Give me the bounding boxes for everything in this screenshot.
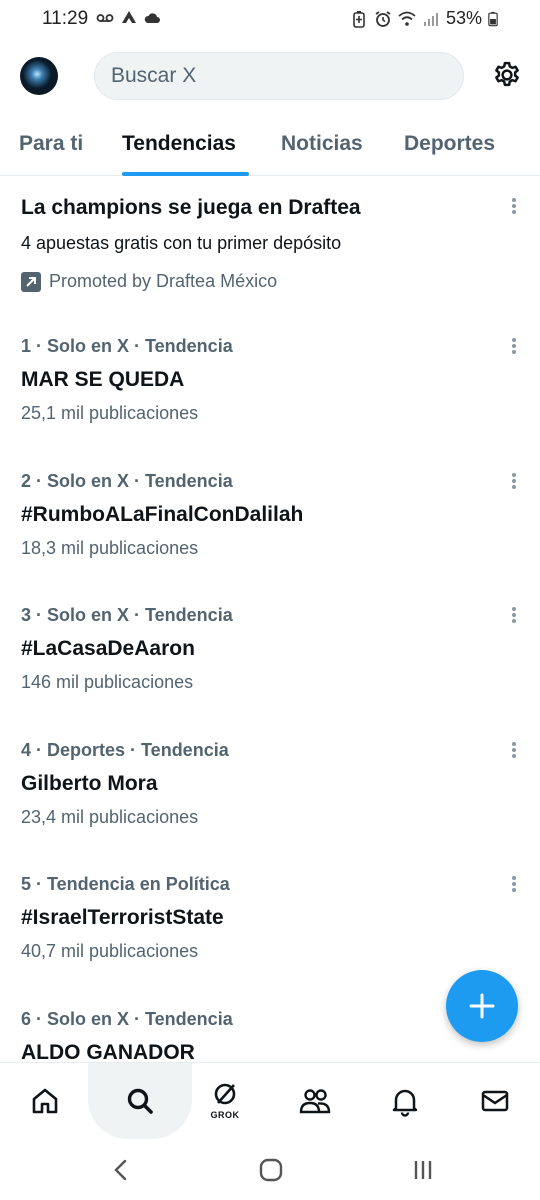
search-input[interactable] — [95, 53, 463, 99]
avatar[interactable] — [20, 57, 58, 95]
trend-meta: 4 · Deportes · Tendencia — [21, 740, 229, 760]
back-icon[interactable] — [106, 1156, 136, 1184]
battery-saver-icon — [353, 10, 365, 28]
status-time: 11:29 — [42, 8, 89, 29]
home-circle-icon[interactable] — [256, 1156, 286, 1184]
promo-title: La champions se juega en Draftea — [21, 196, 361, 219]
more-options-icon[interactable] — [508, 471, 520, 491]
gear-icon[interactable] — [492, 60, 522, 90]
messages-icon — [481, 1090, 509, 1112]
trend-meta: 2 · Solo en X · Tendencia — [21, 471, 233, 491]
trend-meta: 5 · Tendencia en Política — [21, 874, 230, 894]
active-tab-indicator — [122, 172, 249, 176]
plus-icon — [469, 993, 495, 1019]
trend-count: 146 mil publicaciones — [21, 672, 194, 692]
status-bar: 11:29 53% — [0, 0, 540, 40]
search-icon — [127, 1088, 153, 1114]
battery-percentage: 53% — [445, 8, 482, 28]
nav-notifications[interactable] — [360, 1063, 450, 1139]
promoted-icon — [21, 271, 41, 292]
more-options-icon[interactable] — [508, 605, 520, 625]
nav-grok[interactable]: GROK — [180, 1063, 270, 1139]
more-options-icon[interactable] — [508, 740, 520, 760]
tab-deportes[interactable]: Deportes — [404, 132, 495, 156]
trend-title: Gilberto Mora — [21, 772, 158, 795]
notifications-icon — [392, 1089, 418, 1117]
alarm-icon — [375, 10, 391, 27]
trend-count: 25,1 mil publicaciones — [21, 403, 199, 423]
search-bar[interactable] — [94, 52, 464, 100]
grok-label: GROK — [210, 1110, 240, 1120]
nav-messages[interactable] — [450, 1063, 540, 1139]
tab-para-ti[interactable]: Para ti — [19, 132, 83, 156]
top-bar — [0, 48, 540, 106]
signal-icon — [423, 12, 438, 26]
battery-icon — [488, 11, 498, 26]
voicemail-icon — [96, 14, 114, 22]
bottom-navigation: GROK — [0, 1062, 540, 1139]
system-navigation — [0, 1138, 540, 1200]
trend-title: MAR SE QUEDA — [21, 368, 185, 391]
more-options-icon[interactable] — [508, 336, 520, 356]
trend-count: 23,4 mil publicaciones — [21, 807, 199, 827]
communities-icon — [299, 1089, 331, 1114]
trend-count: 40,7 mil publicaciones — [21, 941, 199, 961]
grok-icon — [214, 1083, 236, 1105]
app-icon — [122, 11, 136, 23]
trend-count: 18,3 mil publicaciones — [21, 538, 199, 558]
trend-meta: 1 · Solo en X · Tendencia — [21, 336, 233, 356]
tab-tendencias[interactable]: Tendencias — [122, 132, 236, 156]
home-icon — [32, 1088, 58, 1114]
promo-description: 4 apuestas gratis con tu primer depósito — [21, 233, 342, 253]
trend-meta: 3 · Solo en X · Tendencia — [21, 605, 233, 625]
nav-search[interactable] — [88, 1063, 192, 1139]
recents-icon[interactable] — [408, 1156, 438, 1184]
wifi-icon — [398, 11, 416, 26]
promoted-by: Promoted by Draftea México — [21, 271, 277, 292]
trend-title: #RumboALaFinalConDalilah — [21, 503, 304, 526]
more-options-icon[interactable] — [508, 196, 520, 216]
trend-title: #IsraelTerroristState — [21, 906, 224, 929]
nav-home[interactable] — [0, 1063, 90, 1139]
cloud-icon — [144, 13, 160, 23]
trend-meta: 6 · Solo en X · Tendencia — [21, 1009, 233, 1029]
more-options-icon[interactable] — [508, 874, 520, 894]
promoted-by-label: Promoted by Draftea México — [49, 271, 278, 291]
trend-title: #LaCasaDeAaron — [21, 637, 195, 660]
tab-bar: Para ti Tendencias Noticias Deportes — [0, 120, 540, 176]
nav-communities[interactable] — [270, 1063, 360, 1139]
compose-button[interactable] — [446, 970, 518, 1042]
tab-noticias[interactable]: Noticias — [281, 132, 363, 156]
